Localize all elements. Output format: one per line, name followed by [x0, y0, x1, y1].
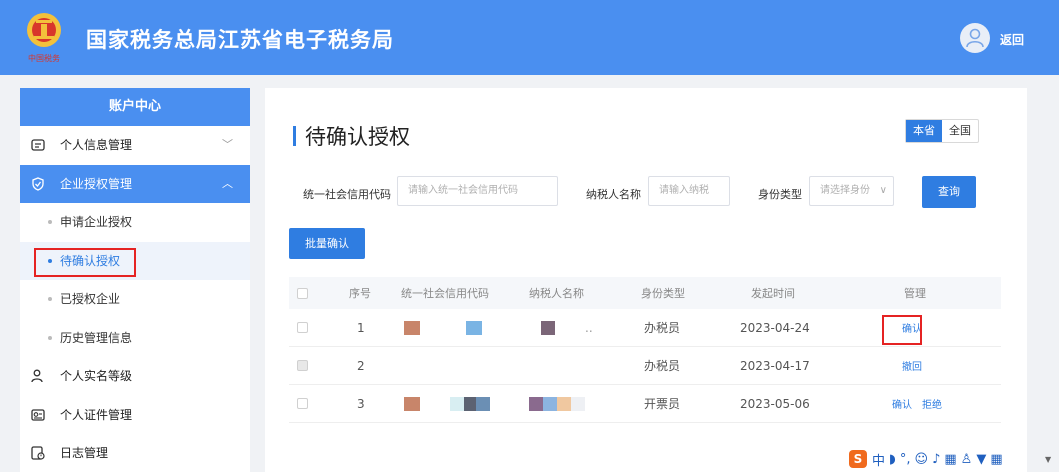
punctuation-icon[interactable]: °,	[900, 452, 911, 467]
chevron-down-icon: ∨	[879, 185, 887, 196]
sidebar-subitem-authorized-enterprises[interactable]: 已授权企业	[20, 280, 250, 319]
row-identity: 办税员	[644, 321, 681, 335]
log-icon	[31, 446, 45, 460]
sidebar-item-real-name-level[interactable]: 个人实名等级	[20, 357, 250, 396]
bullet-dot-icon	[48, 297, 52, 301]
certificate-icon	[31, 408, 45, 421]
sidebar-item-label: 个人实名等级	[60, 369, 133, 383]
row-index: 1	[357, 320, 365, 335]
sidebar-item-label: 个人信息管理	[60, 138, 133, 152]
reject-link[interactable]: 拒绝	[922, 396, 942, 411]
pending-auth-table: 序号 统一社会信用代码 纳税人名称 身份类型 发起时间 管理 1 .. 办税员 …	[289, 277, 1001, 423]
back-button[interactable]: 返回	[1000, 31, 1024, 48]
row-trailing-text: ..	[585, 320, 593, 335]
user-avatar-icon[interactable]	[960, 23, 990, 53]
identity-type-label: 身份类型	[758, 188, 802, 201]
sidebar-item-label: 日志管理	[60, 446, 109, 460]
select-all-checkbox[interactable]	[297, 287, 308, 299]
withdraw-link[interactable]: 撤回	[902, 358, 922, 373]
keyboard-icon[interactable]: ▦	[944, 452, 956, 467]
row-checkbox[interactable]	[297, 322, 308, 333]
moon-icon[interactable]: ◗	[889, 452, 896, 467]
sidebar-subitem-apply-auth[interactable]: 申请企业授权	[20, 203, 250, 242]
scope-national-button[interactable]: 全国	[942, 120, 978, 142]
bullet-dot-icon	[48, 335, 52, 340]
sidebar-item-label: 企业授权管理	[60, 176, 133, 191]
bullet-dot-icon	[48, 220, 52, 224]
column-header-identity: 身份类型	[641, 287, 685, 300]
scope-toggle: 本省 全国	[905, 119, 979, 143]
sidebar: 账户中心 个人信息管理 ﹀ 企业授权管理 ︿ 申请企业授权 待确认授权 已授权企…	[20, 88, 250, 472]
row-checkbox-disabled	[297, 360, 308, 371]
row-index: 2	[357, 358, 365, 373]
column-header-index: 序号	[349, 287, 371, 300]
row-identity: 办税员	[644, 359, 681, 373]
taxpayer-name-input[interactable]: 请输入纳税	[648, 176, 730, 206]
id-card-icon	[31, 139, 45, 151]
column-header-taxpayer: 纳税人名称	[529, 287, 584, 300]
ime-toolbar: S 中 ◗ °, ☺ ♪ ▦ ♙ ▼ ▦	[849, 449, 1007, 469]
credit-code-input[interactable]: 请输入统一社会信用代码	[397, 176, 558, 206]
sidebar-item-enterprise-auth[interactable]: 企业授权管理 ︿	[20, 164, 250, 203]
table-row: 3 开票员 2023-05-06 确认 拒绝	[289, 385, 1001, 423]
column-header-time: 发起时间	[751, 287, 795, 300]
row-checkbox[interactable]	[297, 398, 308, 409]
emoji-icon[interactable]: ☺	[915, 452, 929, 467]
column-header-credit-code: 统一社会信用代码	[401, 287, 489, 300]
confirm-link[interactable]: 确认	[892, 396, 912, 411]
taxpayer-name-redacted	[529, 385, 585, 422]
row-index: 3	[357, 396, 365, 411]
sidebar-subitem-pending-auth[interactable]: 待确认授权	[20, 241, 250, 280]
sidebar-item-personal-info[interactable]: 个人信息管理 ﹀	[20, 126, 250, 165]
site-title: 国家税务总局江苏省电子税务局	[86, 28, 394, 52]
shirt-icon[interactable]: ▼	[976, 452, 986, 467]
page-title: 待确认授权	[305, 125, 410, 149]
sidebar-subitem-label: 已授权企业	[60, 292, 121, 306]
sidebar-item-label: 个人证件管理	[60, 407, 133, 422]
title-accent-bar	[293, 126, 296, 146]
svg-text:中国税务: 中国税务	[28, 53, 60, 63]
identity-type-placeholder: 请选择身份	[820, 185, 870, 196]
tax-emblem-logo: 中国税务	[20, 8, 68, 68]
row-identity: 开票员	[644, 397, 681, 411]
query-button[interactable]: 查询	[922, 176, 976, 208]
highlight-annotation-box	[34, 247, 136, 277]
account-center-heading: 账户中心	[20, 88, 250, 126]
credit-code-label: 统一社会信用代码	[303, 188, 391, 201]
chevron-down-icon: ﹀	[222, 138, 233, 151]
row-time: 2023-04-24	[740, 320, 810, 335]
taxpayer-name-redacted: ..	[541, 309, 593, 346]
scroll-down-arrow-icon[interactable]: ▼	[1045, 455, 1051, 464]
row-time: 2023-05-06	[740, 396, 810, 411]
ime-mode-chinese[interactable]: 中	[872, 450, 885, 469]
skin-icon[interactable]: ♙	[961, 452, 973, 467]
column-header-manage: 管理	[904, 287, 926, 300]
toolbox-icon[interactable]: ▦	[990, 452, 1002, 467]
row-time: 2023-04-17	[740, 358, 810, 373]
shield-check-icon	[32, 176, 44, 191]
top-header: 中国税务 国家税务总局江苏省电子税务局 返回	[0, 0, 1059, 75]
sidebar-subitem-history[interactable]: 历史管理信息	[20, 319, 250, 358]
chevron-up-icon: ︿	[222, 176, 233, 190]
credit-code-redacted	[404, 385, 490, 422]
batch-confirm-button[interactable]: 批量确认	[289, 228, 365, 259]
highlight-annotation-box	[882, 315, 922, 345]
identity-type-select[interactable]: 请选择身份 ∨	[809, 176, 894, 206]
microphone-icon[interactable]: ♪	[932, 452, 940, 467]
credit-code-redacted	[404, 309, 482, 346]
user-level-icon	[31, 369, 43, 383]
table-header: 序号 统一社会信用代码 纳税人名称 身份类型 发起时间 管理	[289, 277, 1001, 309]
table-row: 1 .. 办税员 2023-04-24 确认	[289, 309, 1001, 347]
sidebar-item-certificate[interactable]: 个人证件管理	[20, 396, 250, 435]
scope-local-button[interactable]: 本省	[906, 120, 942, 142]
sidebar-item-log[interactable]: 日志管理	[20, 434, 250, 472]
main-panel: 待确认授权 本省 全国 统一社会信用代码 请输入统一社会信用代码 纳税人名称 请…	[265, 88, 1027, 472]
sidebar-subitem-label: 历史管理信息	[60, 330, 133, 345]
sogou-logo-icon[interactable]: S	[849, 450, 867, 468]
table-row: 2 办税员 2023-04-17 撤回	[289, 347, 1001, 385]
taxpayer-name-label: 纳税人名称	[586, 188, 641, 201]
sidebar-subitem-label: 申请企业授权	[60, 215, 133, 229]
